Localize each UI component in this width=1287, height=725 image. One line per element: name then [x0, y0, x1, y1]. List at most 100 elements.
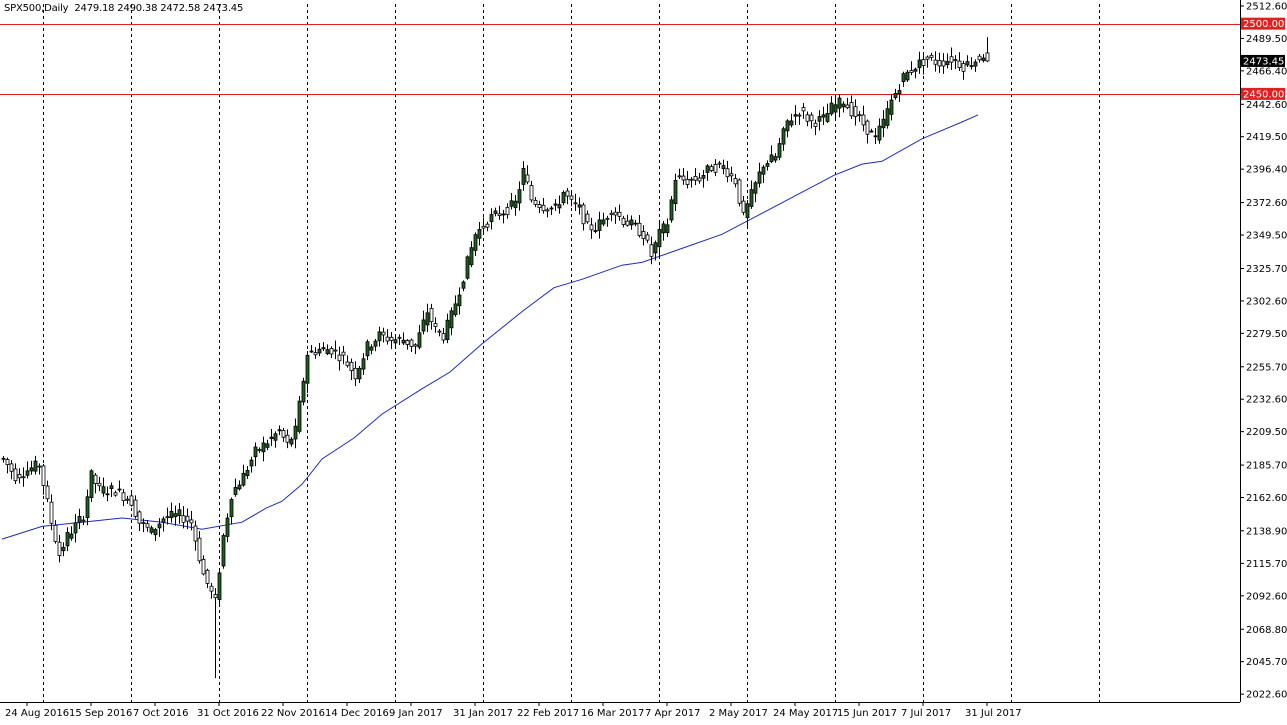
candle-body — [841, 103, 846, 108]
candle-body — [581, 204, 586, 225]
candle-body — [865, 120, 870, 135]
candle-body — [533, 199, 538, 205]
candle-body — [433, 323, 438, 327]
candle-body — [297, 400, 302, 432]
candle-body — [57, 541, 62, 556]
candle-body — [277, 429, 282, 432]
y-tick-label-10: 2279.50 — [1246, 329, 1287, 340]
candle-body — [81, 519, 86, 522]
candle-body — [545, 209, 550, 212]
candle-body — [473, 234, 478, 251]
x-tick-label-4: 22 Nov 2016 — [261, 708, 325, 719]
candle-body — [809, 114, 814, 122]
y-tick-label-7: 2349.50 — [1246, 231, 1287, 242]
candle-body — [977, 55, 982, 61]
candle-body — [381, 331, 386, 336]
candle-body — [817, 116, 822, 122]
candle-body — [93, 474, 98, 484]
candle-body — [937, 60, 942, 67]
candle-body — [217, 572, 222, 600]
candle-body — [585, 213, 590, 223]
candle-body — [393, 339, 398, 344]
candle-body — [853, 106, 858, 117]
candle-body — [661, 223, 666, 234]
candle-body — [89, 470, 94, 498]
candle-body — [357, 367, 362, 380]
candle-body — [657, 229, 662, 248]
candle-body — [493, 210, 498, 214]
x-tick-label-8: 22 Feb 2017 — [517, 708, 579, 719]
candle-body — [837, 97, 842, 109]
horizontal-levels — [0, 24, 1240, 95]
candle-body — [41, 465, 46, 486]
candle-body — [645, 234, 650, 241]
candle-body — [637, 222, 642, 236]
candle-body — [97, 482, 102, 487]
candle-body — [593, 230, 598, 232]
candle-body — [509, 200, 514, 207]
y-tick-label-2: 2466.40 — [1246, 66, 1287, 77]
candle-body — [801, 107, 806, 112]
candle-body — [449, 310, 454, 329]
y-tick-label-5: 2396.40 — [1246, 165, 1287, 176]
candle-body — [305, 354, 310, 384]
x-tick-label-3: 31 Oct 2016 — [197, 708, 259, 719]
candle-body — [173, 513, 178, 518]
candle-body — [429, 308, 434, 323]
candle-body — [437, 330, 442, 333]
candle-body — [897, 90, 902, 95]
candle-body — [197, 537, 202, 562]
candle-body — [785, 120, 790, 132]
candle-body — [601, 219, 606, 225]
y-tick-label-6: 2372.60 — [1246, 198, 1287, 209]
candle-body — [749, 189, 754, 207]
plot-frame — [0, 0, 1241, 703]
candle-body — [361, 358, 366, 370]
candle-body — [233, 487, 238, 495]
candle-body — [181, 515, 186, 523]
candle-body — [901, 73, 906, 82]
candle-body — [441, 333, 446, 341]
chart-window: 2512.60 2489.50 2466.40 2442.60 2419.50 2396.… — [0, 0, 1287, 725]
candle-body — [921, 59, 926, 66]
candle-body — [929, 54, 934, 58]
candle-body — [597, 219, 602, 231]
candle-body — [489, 214, 494, 223]
candle-body — [605, 217, 610, 220]
candle-body — [693, 176, 698, 181]
candle-body — [69, 533, 74, 539]
candle-body — [77, 516, 82, 523]
candle-body — [761, 166, 766, 175]
candle-body — [909, 70, 914, 73]
candle-body — [529, 185, 534, 201]
x-tick-label-10: 7 Apr 2017 — [645, 708, 700, 719]
x-tick-label-13: 15 Jun 2017 — [837, 708, 897, 719]
candle-body — [377, 331, 382, 342]
candle-body — [425, 312, 430, 326]
candle-body — [953, 59, 958, 62]
x-tick-label-1: 15 Sep 2016 — [69, 708, 132, 719]
candle-body — [229, 499, 234, 518]
candle-body — [301, 380, 306, 403]
x-tick-label-9: 16 Mar 2017 — [581, 708, 644, 719]
y-tick-label-0: 2512.60 — [1246, 1, 1287, 12]
candle-body — [137, 511, 142, 524]
candlestick-chart[interactable]: 2512.60 2489.50 2466.40 2442.60 2419.50 2396.… — [0, 0, 1287, 725]
candle-body — [325, 349, 330, 355]
candle-body — [609, 212, 614, 216]
candle-body — [85, 496, 90, 519]
candle-body — [713, 164, 718, 173]
candle-body — [885, 108, 890, 126]
candle-body — [797, 114, 802, 117]
candle-body — [445, 319, 450, 341]
candle-body — [805, 114, 810, 122]
candle-body — [169, 510, 174, 519]
candle-body — [125, 498, 130, 501]
candle-body — [53, 524, 58, 542]
candle-body — [497, 213, 502, 216]
candle-body — [213, 594, 218, 599]
candles — [1, 37, 990, 679]
candle-body — [705, 165, 710, 173]
candle-body — [477, 228, 482, 239]
candle-body — [221, 535, 226, 567]
